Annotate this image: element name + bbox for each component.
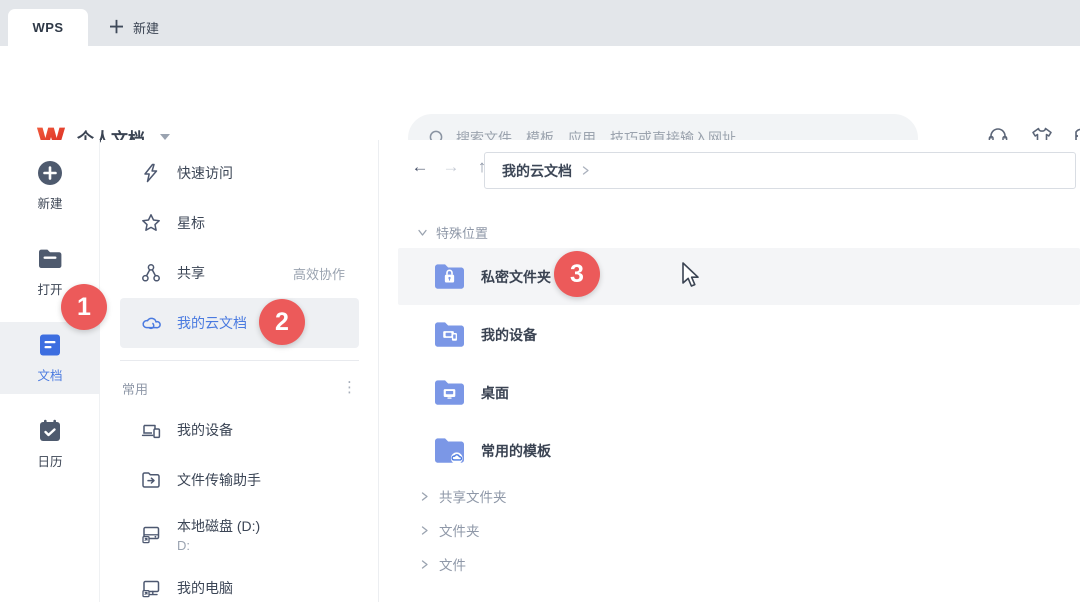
folder-row-templates[interactable]: 常用的模板 bbox=[398, 422, 1080, 479]
sidebar-divider bbox=[120, 360, 359, 361]
rail-item-calendar[interactable]: 日历 bbox=[0, 408, 100, 480]
rail-label-calendar: 日历 bbox=[37, 451, 62, 470]
calendar-icon bbox=[37, 418, 63, 444]
open-folder-icon bbox=[37, 246, 63, 272]
chevron-right-icon bbox=[420, 492, 429, 501]
share-icon bbox=[141, 263, 161, 283]
tab-wps-home[interactable]: WPS bbox=[8, 9, 88, 46]
group-folders[interactable]: 文件夹 bbox=[379, 513, 1080, 547]
computer-icon bbox=[141, 578, 161, 598]
group-shared-folders[interactable]: 共享文件夹 bbox=[379, 479, 1080, 513]
sidebar-section-common: 常用 ⋮ bbox=[120, 371, 359, 405]
main-content: ← → ↑ 我的云文档 特殊位置 bbox=[378, 140, 1080, 602]
window-tab-bar: WPS ＋ 新建 bbox=[0, 0, 1080, 46]
more-menu-icon[interactable]: ⋮ bbox=[342, 384, 357, 392]
sidebar-label: 星标 bbox=[177, 213, 345, 233]
sidebar-item-shared[interactable]: 共享 高效协作 bbox=[120, 248, 359, 298]
group-label: 文件夹 bbox=[439, 520, 480, 540]
transfer-folder-icon bbox=[141, 470, 161, 490]
chevron-right-icon bbox=[420, 560, 429, 569]
folder-row-my-devices[interactable]: 我的设备 bbox=[398, 306, 1080, 363]
folder-label: 常用的模板 bbox=[481, 441, 551, 461]
folder-label: 私密文件夹 bbox=[481, 267, 551, 287]
rail-label-open: 打开 bbox=[37, 279, 62, 298]
desktop-folder-icon bbox=[433, 378, 466, 407]
devices-folder-icon bbox=[433, 320, 466, 349]
group-label: 文件 bbox=[439, 554, 466, 574]
local-disk-icon bbox=[141, 524, 161, 544]
devices-icon bbox=[141, 420, 161, 440]
sidebar-label: 文件传输助手 bbox=[177, 470, 345, 490]
chevron-right-icon bbox=[581, 166, 590, 175]
plus-icon: ＋ bbox=[108, 19, 125, 36]
document-icon bbox=[37, 332, 63, 358]
mouse-cursor bbox=[679, 261, 701, 291]
breadcrumb[interactable]: 我的云文档 bbox=[484, 152, 1076, 189]
folder-label: 我的设备 bbox=[481, 325, 537, 345]
templates-folder-icon bbox=[433, 436, 466, 465]
sidebar-label: 共享 bbox=[177, 263, 277, 283]
sidebar-label: 本地磁盘 (D:) bbox=[177, 516, 260, 536]
group-files[interactable]: 文件 bbox=[379, 547, 1080, 581]
star-icon bbox=[141, 213, 161, 233]
sidebar-label: 我的设备 bbox=[177, 420, 345, 440]
left-rail: 新建 打开 文档 日历 bbox=[0, 140, 100, 602]
sidebar-item-quick-access[interactable]: 快速访问 bbox=[120, 148, 359, 198]
rail-item-new[interactable]: 新建 bbox=[0, 150, 100, 222]
rail-label-new: 新建 bbox=[37, 193, 62, 212]
chevron-down-icon bbox=[418, 228, 427, 237]
sidebar-tag-collab: 高效协作 bbox=[293, 264, 345, 283]
file-list: 特殊位置 私密文件夹 bbox=[379, 212, 1080, 602]
section-special-locations[interactable]: 特殊位置 bbox=[379, 216, 1080, 248]
sidebar-item-my-devices[interactable]: 我的设备 bbox=[120, 405, 359, 455]
new-plus-icon bbox=[37, 160, 63, 186]
sidebar-item-file-transfer[interactable]: 文件传输助手 bbox=[120, 455, 359, 505]
sidebar-item-my-computer[interactable]: 我的电脑 bbox=[120, 563, 359, 602]
annotation-step-3: 3 bbox=[554, 251, 600, 297]
docs-sidebar: 快速访问 星标 共享 高效协作 我的云文档 bbox=[101, 140, 378, 602]
rail-label-docs: 文档 bbox=[37, 365, 62, 384]
section-label: 特殊位置 bbox=[436, 223, 488, 242]
sidebar-item-local-disk-d[interactable]: 本地磁盘 (D:) D: bbox=[120, 505, 359, 563]
folder-row-private[interactable]: 私密文件夹 bbox=[398, 248, 1080, 305]
sidebar-label: 我的电脑 bbox=[177, 578, 345, 598]
forward-arrow-icon[interactable]: → bbox=[438, 154, 464, 180]
lightning-icon bbox=[141, 163, 161, 183]
sidebar-sublabel: D: bbox=[177, 538, 260, 553]
wps-home-window: WPS ＋ 新建 个人文档 bbox=[0, 0, 1080, 602]
folder-row-desktop[interactable]: 桌面 bbox=[398, 364, 1080, 421]
sidebar-item-cloud-docs[interactable]: 我的云文档 bbox=[120, 298, 359, 348]
cloud-icon bbox=[141, 313, 161, 333]
folder-label: 桌面 bbox=[481, 383, 509, 403]
sidebar-item-starred[interactable]: 星标 bbox=[120, 198, 359, 248]
private-lock-folder-icon bbox=[433, 262, 466, 291]
app-header: 个人文档 bbox=[0, 46, 1080, 140]
tab-wps-label: WPS bbox=[32, 20, 63, 35]
chevron-right-icon bbox=[420, 526, 429, 535]
section-title: 常用 bbox=[122, 379, 148, 398]
back-arrow-icon[interactable]: ← bbox=[407, 154, 433, 180]
annotation-step-2: 2 bbox=[259, 299, 305, 345]
annotation-step-1: 1 bbox=[61, 284, 107, 330]
rail-item-docs[interactable]: 文档 bbox=[0, 322, 100, 394]
breadcrumb-current[interactable]: 我的云文档 bbox=[502, 161, 572, 181]
sidebar-label: 快速访问 bbox=[177, 163, 345, 183]
new-tab-button[interactable]: ＋ 新建 bbox=[94, 9, 173, 46]
group-label: 共享文件夹 bbox=[439, 486, 507, 506]
new-tab-label: 新建 bbox=[133, 18, 159, 37]
nav-toolbar: ← → ↑ bbox=[407, 154, 495, 180]
